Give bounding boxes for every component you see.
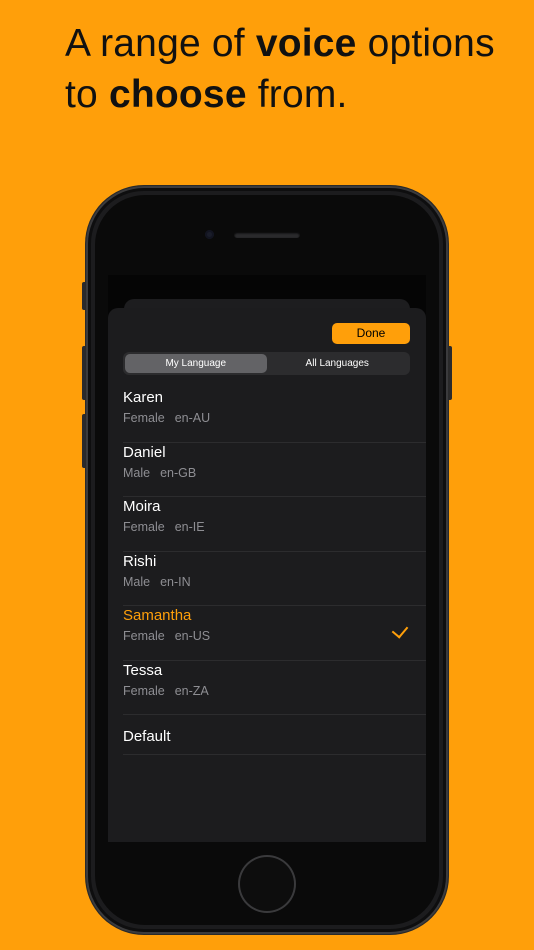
voice-row-samantha[interactable]: Samantha Female en-US (123, 606, 426, 661)
voice-picker-sheet: Done My Language All Languages Karen Fem… (108, 308, 426, 842)
voice-name: Daniel (123, 443, 166, 461)
voice-gender: Male (123, 465, 151, 480)
headline-bold-choose: choose (108, 73, 247, 116)
voice-locale: en-AU (174, 411, 211, 425)
voice-locale: en-ZA (174, 683, 209, 698)
phone-screen: Done My Language All Languages Karen Fem… (108, 275, 426, 842)
voice-details: Female en-US (123, 629, 210, 643)
voice-details: Female en-AU (123, 411, 210, 425)
voice-name: Rishi (123, 552, 157, 570)
voice-locale: en-US (174, 629, 211, 643)
voice-row-moira[interactable]: Moira Female en-IE (123, 497, 426, 552)
voice-gender: Female (123, 683, 165, 698)
voice-gender: Female (123, 629, 165, 643)
segment-all-languages[interactable]: All Languages (267, 354, 409, 373)
done-button[interactable]: Done (332, 323, 410, 344)
voice-details: Female en-ZA (123, 684, 209, 698)
voice-details: Female en-IE (123, 520, 205, 534)
voice-locale: en-IN (160, 574, 191, 589)
voice-gender: Female (123, 520, 165, 534)
voice-name: Tessa (123, 661, 163, 679)
voice-details: Male en-GB (123, 466, 196, 480)
voice-gender: Male (123, 574, 151, 589)
checkmark-icon (391, 621, 409, 639)
front-camera-icon (205, 230, 214, 239)
voice-row-rishi[interactable]: Rishi Male en-IN (123, 552, 426, 606)
voice-details: Male en-IN (123, 575, 191, 589)
voice-name: Karen (123, 389, 164, 406)
voice-name: Moira (123, 498, 161, 515)
voice-locale: en-GB (160, 465, 197, 480)
voice-locale: en-IE (174, 520, 205, 534)
voice-gender: Female (123, 411, 165, 425)
voice-name: Samantha (123, 607, 192, 624)
segment-my-language[interactable]: My Language (125, 354, 267, 373)
voice-row-tessa[interactable]: Tessa Female en-ZA (123, 661, 426, 715)
language-segmented-control: My Language All Languages (123, 352, 410, 375)
earpiece-speaker (234, 232, 300, 238)
default-voice-label: Default (123, 728, 171, 745)
voice-row-karen[interactable]: Karen Female en-AU (123, 388, 426, 443)
headline-text-1: A range of (65, 22, 256, 65)
marketing-headline: A range of voice options to choose from. (65, 18, 505, 120)
headline-text-3: from. (246, 73, 348, 116)
voice-list: Karen Female en-AU Daniel Male en-GB Moira… (123, 388, 426, 755)
voice-row-daniel[interactable]: Daniel Male en-GB (123, 443, 426, 497)
voice-row-default[interactable]: Default (123, 715, 426, 755)
home-button (238, 855, 296, 913)
headline-bold-voice: voice (255, 22, 357, 65)
